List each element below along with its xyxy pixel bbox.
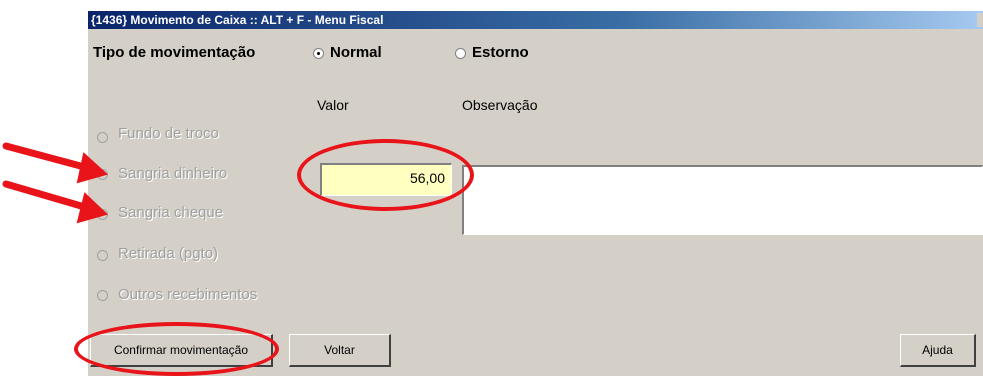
valor-highlight-ellipse xyxy=(297,139,474,211)
arrow-sangria-dinheiro xyxy=(2,142,92,172)
observacao-header: Observação xyxy=(462,97,538,113)
radio-retirada-pgto-label[interactable]: Retirada (pgto) xyxy=(118,245,218,262)
window-titlebar[interactable]: {1436} Movimento de Caixa :: ALT + F - M… xyxy=(88,11,983,29)
radio-normal-label[interactable]: Normal xyxy=(330,44,382,61)
radio-sangria-dinheiro-label[interactable]: Sangria dinheiro xyxy=(118,165,227,182)
ajuda-button[interactable]: Ajuda xyxy=(900,334,976,367)
voltar-label: Voltar xyxy=(324,343,355,357)
radio-estorno[interactable] xyxy=(455,48,466,59)
radio-sangria-cheque-label[interactable]: Sangria cheque xyxy=(118,204,223,221)
arrow-head-sangria-cheque xyxy=(76,192,108,224)
radio-outros-recebimentos-label[interactable]: Outros recebimentos xyxy=(118,286,257,303)
movimento-caixa-window: {1436} Movimento de Caixa :: ALT + F - M… xyxy=(88,11,983,376)
radio-outros-recebimentos[interactable] xyxy=(97,290,108,301)
radio-estorno-label[interactable]: Estorno xyxy=(472,44,529,61)
window-title: {1436} Movimento de Caixa :: ALT + F - M… xyxy=(91,13,384,27)
radio-fundo-de-troco-label[interactable]: Fundo de troco xyxy=(118,125,219,142)
radio-retirada-pgto[interactable] xyxy=(97,250,108,261)
close-icon[interactable] xyxy=(977,13,983,27)
confirmar-highlight-ellipse xyxy=(74,322,279,376)
arrow-head-sangria-dinheiro xyxy=(76,152,109,184)
observacao-input[interactable] xyxy=(462,165,983,235)
valor-header: Valor xyxy=(317,97,349,113)
annotation-arrows xyxy=(2,142,109,224)
radio-normal[interactable] xyxy=(313,48,324,59)
ajuda-label: Ajuda xyxy=(922,343,953,357)
arrow-sangria-cheque xyxy=(2,180,92,212)
voltar-button[interactable]: Voltar xyxy=(289,334,391,367)
tipo-movimentacao-label: Tipo de movimentação xyxy=(93,44,256,61)
